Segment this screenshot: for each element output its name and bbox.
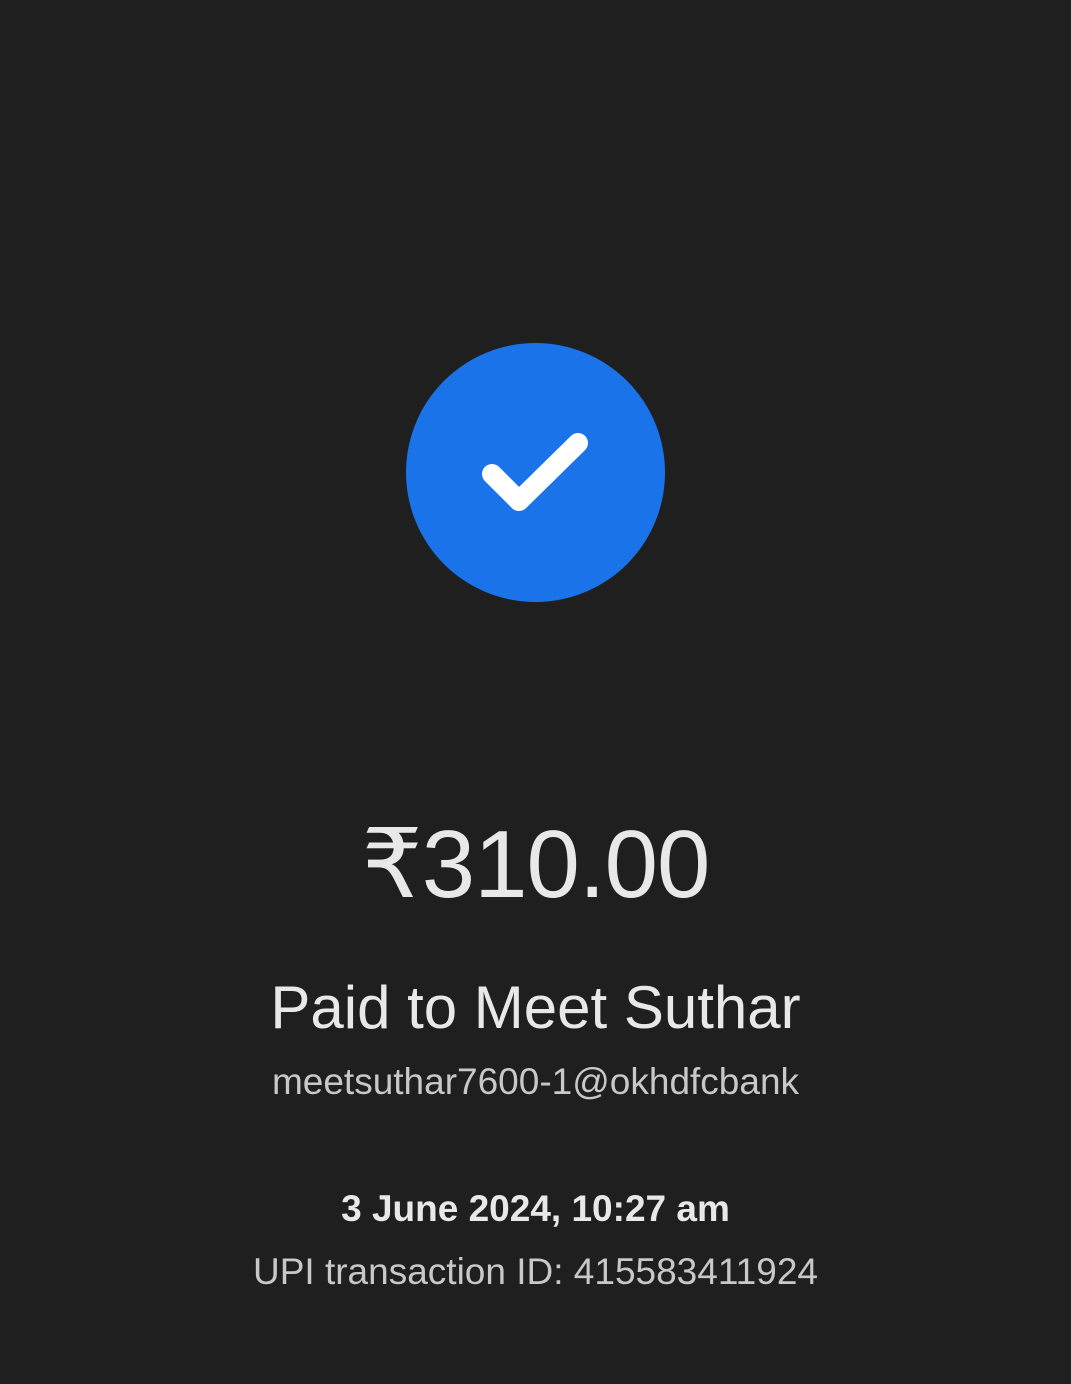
- check-icon: [482, 433, 588, 511]
- upi-transaction-id: UPI transaction ID: 415583411924: [253, 1251, 818, 1292]
- payment-datetime: 3 June 2024, 10:27 am: [341, 1188, 730, 1229]
- payee-upi-id: meetsuthar7600-1@okhdfcbank: [271, 1061, 800, 1102]
- payment-amount: ₹310.00: [361, 811, 711, 918]
- success-badge: [406, 343, 665, 602]
- payee-title: Paid to Meet Suthar: [270, 974, 801, 1041]
- payment-success-screen: ₹310.00 Paid to Meet Suthar meetsuthar76…: [0, 0, 1071, 1384]
